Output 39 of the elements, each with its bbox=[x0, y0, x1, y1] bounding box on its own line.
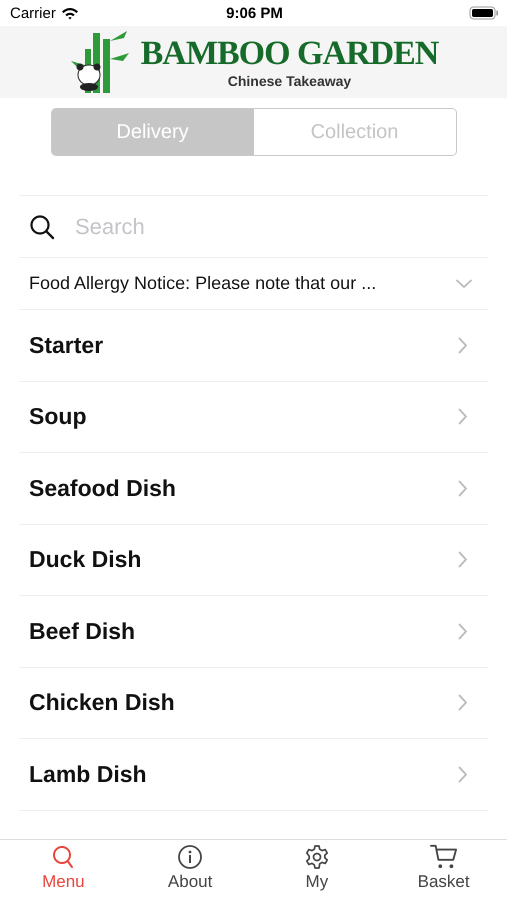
category-row[interactable]: Soup bbox=[19, 382, 488, 453]
category-row[interactable]: Lamb Dish bbox=[19, 739, 488, 810]
category-name: Chicken Dish bbox=[29, 689, 175, 716]
allergy-notice-row[interactable]: Food Allergy Notice: Please note that our ... bbox=[19, 258, 488, 310]
chevron-right-icon bbox=[458, 480, 468, 497]
tab-bar-item[interactable]: Basket bbox=[380, 840, 507, 900]
category-name: Soup bbox=[29, 403, 86, 430]
category-row[interactable]: Chicken Dish bbox=[19, 668, 488, 739]
brand-tagline: Chinese Takeaway bbox=[228, 72, 352, 90]
category-row[interactable]: Starter bbox=[19, 310, 488, 382]
chevron-right-icon bbox=[458, 408, 468, 426]
settings-icon bbox=[304, 844, 330, 870]
battery-icon bbox=[468, 6, 499, 20]
wifi-icon bbox=[60, 6, 79, 20]
chevron-right-icon bbox=[458, 551, 468, 568]
search-field[interactable]: Search bbox=[73, 212, 478, 240]
chevron-right-icon bbox=[458, 336, 468, 354]
cart-icon bbox=[430, 844, 458, 870]
category-name: Beef Dish bbox=[29, 618, 136, 645]
search-icon bbox=[29, 214, 55, 240]
chevron-right-icon bbox=[458, 694, 468, 712]
carrier-name: Carrier bbox=[10, 4, 56, 22]
category-name: Starter bbox=[29, 332, 104, 359]
brand-name: BAMBOO GARDEN bbox=[140, 34, 438, 72]
category-row[interactable]: Duck Dish bbox=[19, 524, 488, 596]
chevron-right-icon bbox=[458, 622, 468, 640]
category-name: Seafood Dish bbox=[29, 474, 176, 502]
info-icon bbox=[177, 844, 204, 870]
search-icon bbox=[51, 844, 76, 870]
allergy-notice-text: Food Allergy Notice: Please note that our ... bbox=[29, 273, 376, 294]
tab-bar-item[interactable]: Menu bbox=[0, 840, 127, 900]
status-time: 9:06 PM bbox=[226, 4, 283, 22]
tab-bar-item[interactable]: About bbox=[126, 840, 254, 900]
category-row[interactable]: Beef Dish bbox=[19, 596, 488, 668]
category-row[interactable]: Seafood Dish bbox=[19, 453, 488, 524]
category-name: Duck Dish bbox=[29, 546, 142, 574]
category-name: Lamb Dish bbox=[29, 760, 147, 788]
tab-bar-item[interactable]: My bbox=[254, 840, 380, 900]
chevron-right-icon bbox=[458, 766, 468, 783]
